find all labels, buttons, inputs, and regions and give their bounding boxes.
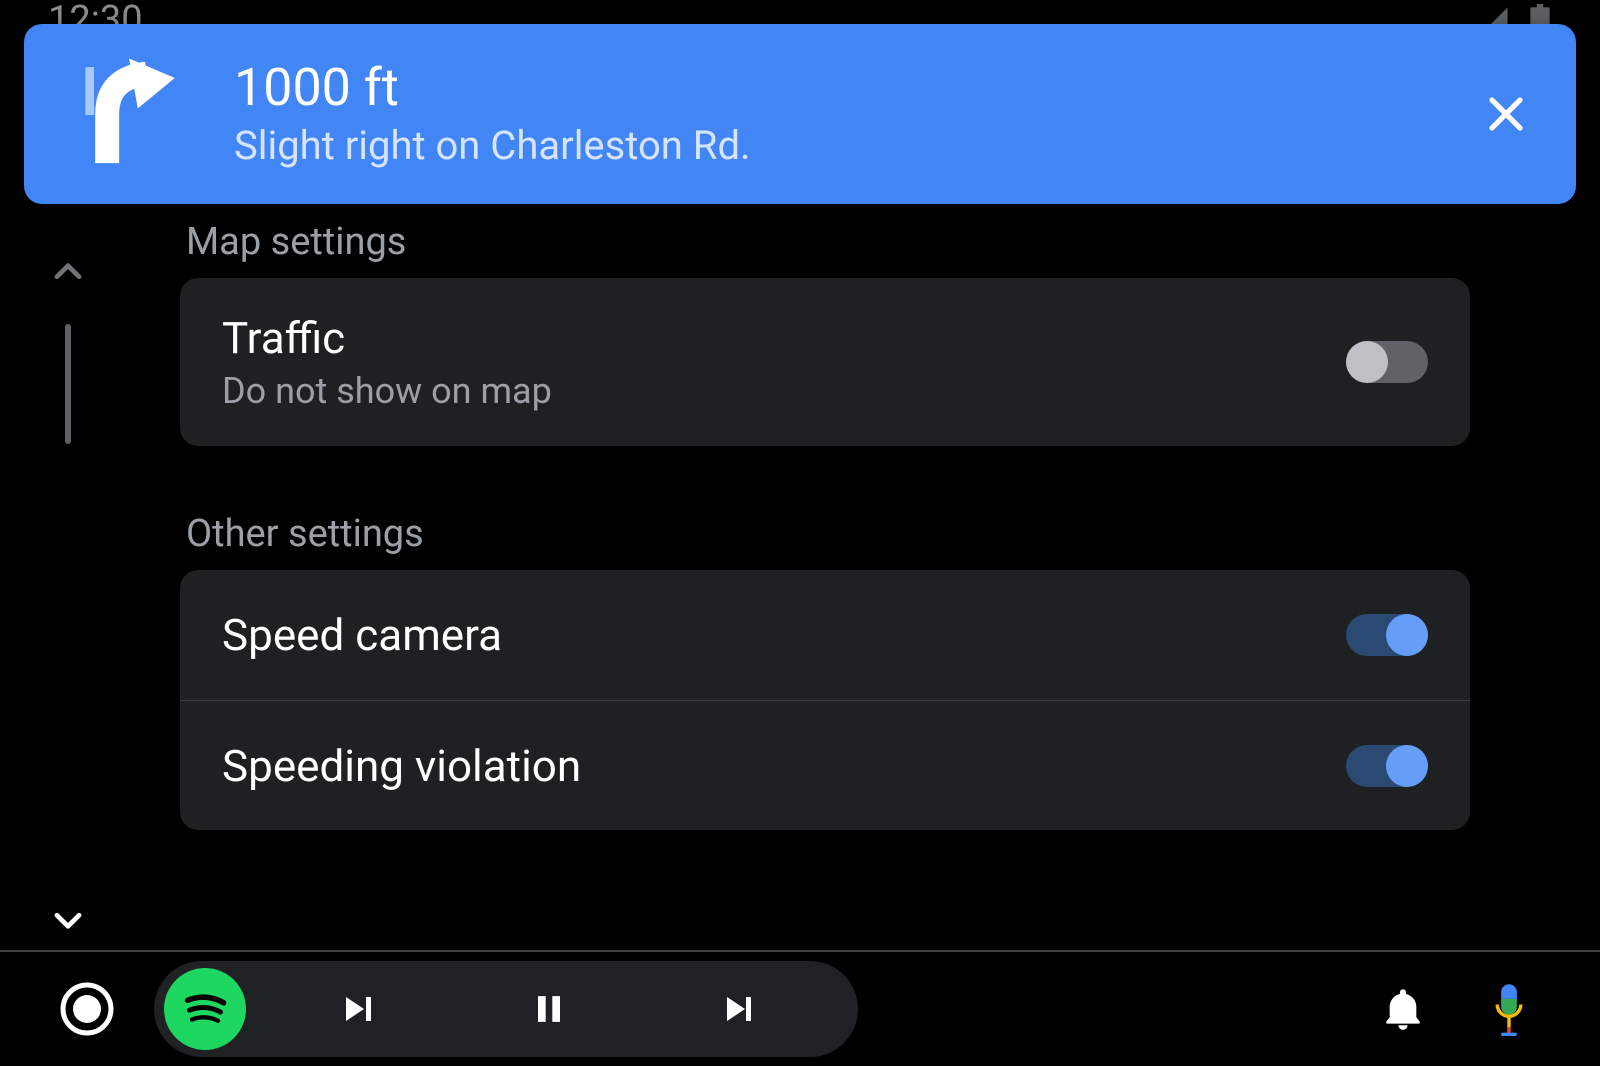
- speed-camera-row[interactable]: Speed camera: [180, 570, 1470, 700]
- chevron-up-icon: [49, 253, 87, 291]
- next-track-button[interactable]: [644, 961, 834, 1057]
- speeding-violation-title: Speeding violation: [222, 740, 1346, 792]
- section-label-other-settings: Other settings: [186, 512, 1470, 556]
- pause-icon: [527, 987, 571, 1031]
- bell-icon: [1378, 984, 1428, 1034]
- traffic-toggle[interactable]: [1346, 341, 1428, 383]
- scrollbar-track[interactable]: [65, 324, 71, 444]
- other-settings-card: Speed camera Speeding violation: [180, 570, 1470, 830]
- voice-assistant-button[interactable]: [1474, 974, 1544, 1044]
- scroll-up-button[interactable]: [46, 250, 90, 294]
- skip-next-icon: [715, 985, 763, 1033]
- navigation-banner[interactable]: 1000 ft Slight right on Charleston Rd.: [24, 24, 1576, 204]
- google-mic-icon: [1486, 982, 1532, 1036]
- play-pause-button[interactable]: [454, 961, 644, 1057]
- speed-camera-title: Speed camera: [222, 609, 1346, 661]
- spotify-icon: [174, 978, 236, 1040]
- nav-distance: 1000 ft: [234, 59, 1476, 116]
- traffic-subtitle: Do not show on map: [222, 370, 1346, 412]
- close-icon: [1482, 90, 1530, 138]
- chevron-down-icon: [49, 901, 87, 939]
- section-label-map-settings: Map settings: [186, 220, 1470, 264]
- scroll-rail: [38, 240, 98, 946]
- traffic-labels: Traffic Do not show on map: [222, 312, 1346, 412]
- home-circle-icon: [59, 981, 115, 1037]
- skip-previous-icon: [335, 985, 383, 1033]
- speed-camera-labels: Speed camera: [222, 609, 1346, 661]
- turn-right-icon: [74, 54, 184, 174]
- spotify-button[interactable]: [164, 968, 246, 1050]
- traffic-title: Traffic: [222, 312, 1346, 364]
- traffic-row[interactable]: Traffic Do not show on map: [180, 278, 1470, 446]
- map-settings-card: Traffic Do not show on map: [180, 278, 1470, 446]
- close-button[interactable]: [1476, 84, 1536, 144]
- speeding-violation-labels: Speeding violation: [222, 740, 1346, 792]
- navigation-text: 1000 ft Slight right on Charleston Rd.: [234, 59, 1476, 169]
- previous-track-button[interactable]: [264, 961, 454, 1057]
- speeding-violation-row[interactable]: Speeding violation: [180, 700, 1470, 830]
- speed-camera-toggle[interactable]: [1346, 614, 1428, 656]
- notifications-button[interactable]: [1368, 974, 1438, 1044]
- settings-content: Map settings Traffic Do not show on map …: [180, 208, 1470, 830]
- nav-instruction: Slight right on Charleston Rd.: [234, 122, 1476, 169]
- speeding-violation-toggle[interactable]: [1346, 745, 1428, 787]
- home-button[interactable]: [56, 978, 118, 1040]
- scroll-down-button[interactable]: [46, 898, 90, 942]
- media-controls: [154, 961, 858, 1057]
- bottom-bar: [0, 950, 1600, 1066]
